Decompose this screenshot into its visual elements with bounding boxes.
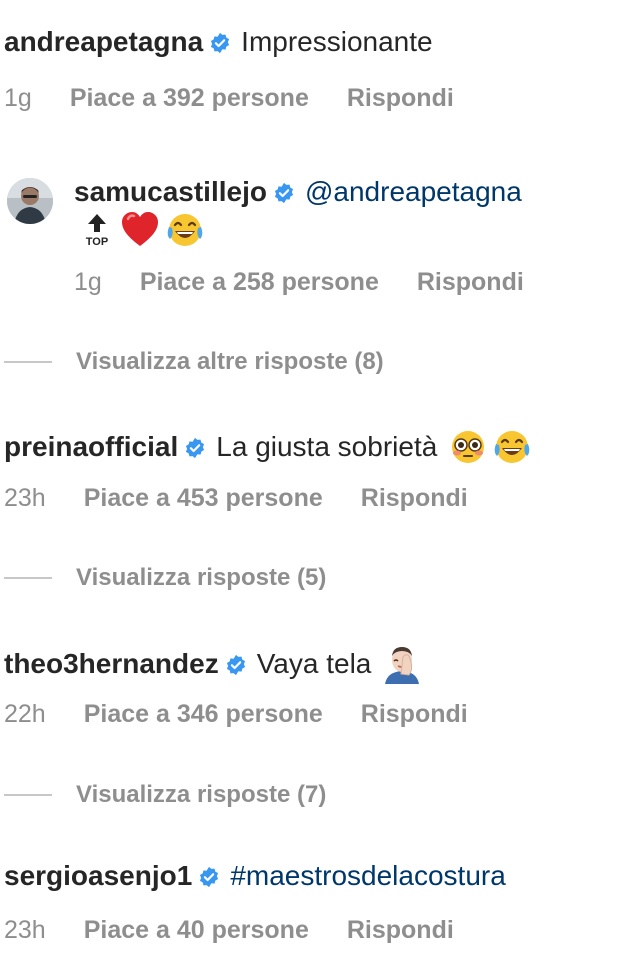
avatar[interactable]: [7, 178, 53, 224]
comment-preinaofficial: preinaofficial La giusta sobrietà: [4, 428, 531, 466]
view-replies-button[interactable]: Visualizza risposte (5): [4, 564, 326, 592]
likes-count[interactable]: Piace a 346 persone: [84, 700, 323, 729]
comment-sergioasenjo1: sergioasenjo1 #maestrosdelacostura: [4, 860, 506, 892]
username[interactable]: andreapetagna: [4, 26, 203, 58]
comment-meta: 1g Piace a 392 persone Rispondi: [4, 84, 454, 113]
avatar-image: [7, 178, 53, 224]
username[interactable]: sergioasenjo1: [4, 860, 192, 892]
divider: [4, 794, 52, 796]
divider: [4, 361, 52, 363]
flushed-face-emoji: [452, 431, 485, 463]
view-replies-label: Visualizza risposte (7): [76, 781, 327, 808]
comment-meta: 23h Piace a 453 persone Rispondi: [4, 484, 468, 513]
comment-text: Vaya tela: [256, 648, 372, 679]
username[interactable]: samucastillejo: [74, 176, 267, 208]
mention-link[interactable]: @andreapetagna: [305, 176, 522, 208]
tears-of-joy-emoji: [167, 214, 203, 246]
comment-andreapetagna: andreapetagna Impressionante: [4, 26, 433, 58]
likes-count[interactable]: Piace a 258 persone: [140, 268, 379, 297]
view-replies-button[interactable]: Visualizza risposte (7): [4, 781, 326, 809]
username[interactable]: theo3hernandez: [4, 648, 219, 680]
comment-text: Impressionante: [241, 26, 433, 57]
timestamp: 1g: [74, 268, 102, 296]
reply-button[interactable]: Rispondi: [361, 484, 468, 513]
timestamp: 1g: [4, 84, 32, 112]
verified-badge-icon: [200, 866, 219, 888]
reply-button[interactable]: Rispondi: [417, 268, 524, 297]
timestamp: 22h: [4, 700, 46, 728]
comment-meta: 23h Piace a 40 persone Rispondi: [4, 916, 454, 945]
verified-badge-icon: [274, 182, 294, 204]
comment-text: La giusta sobrietà: [216, 431, 438, 462]
comment-meta: 1g Piace a 258 persone Rispondi: [74, 268, 524, 297]
tears-of-joy-emoji: [495, 431, 530, 463]
top-arrow-emoji: TOP: [86, 214, 108, 248]
likes-count[interactable]: Piace a 453 persone: [84, 484, 323, 513]
likes-count[interactable]: Piace a 392 persone: [70, 84, 309, 113]
reply-button[interactable]: Rispondi: [361, 700, 468, 729]
reply-button[interactable]: Rispondi: [347, 84, 454, 113]
username[interactable]: preinaofficial: [4, 431, 178, 463]
red-heart-emoji: [122, 212, 158, 246]
comment-meta: 22h Piace a 346 persone Rispondi: [4, 700, 468, 729]
view-more-replies-button[interactable]: Visualizza altre risposte (8): [4, 348, 384, 376]
comment-theo3hernandez: theo3hernandez Vaya tela: [4, 644, 423, 684]
view-replies-label: Visualizza risposte (5): [76, 564, 327, 591]
timestamp: 23h: [4, 484, 46, 512]
view-replies-label: Visualizza altre risposte (8): [76, 348, 384, 375]
timestamp: 23h: [4, 916, 46, 944]
man-facepalming-emoji: [385, 647, 420, 684]
svg-text:TOP: TOP: [86, 236, 108, 248]
emoji-row: TOP: [80, 210, 204, 250]
reply-button[interactable]: Rispondi: [347, 916, 454, 945]
verified-badge-icon: [226, 654, 245, 676]
verified-badge-icon: [186, 437, 205, 459]
hashtag-link[interactable]: #maestrosdelacostura: [230, 860, 505, 892]
comment-samucastillejo: samucastillejo @andreapetagna: [74, 176, 522, 208]
divider: [4, 577, 52, 579]
verified-badge-icon: [211, 32, 230, 54]
likes-count[interactable]: Piace a 40 persone: [84, 916, 309, 945]
